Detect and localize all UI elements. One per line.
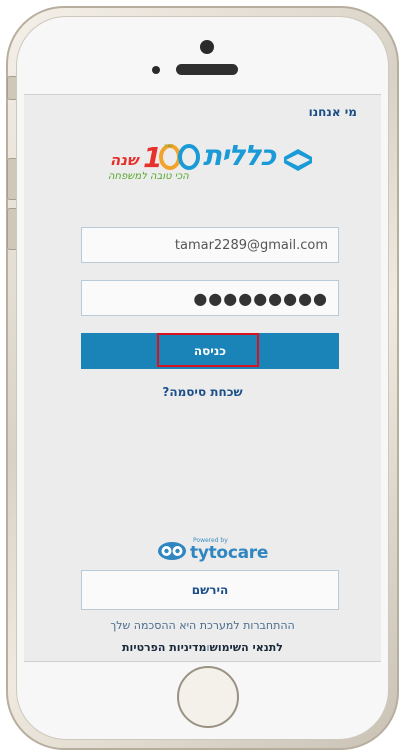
home-button[interactable] <box>177 666 239 728</box>
tytocare-wordmark: tytocare <box>190 543 269 563</box>
clalit-logo: כללית 1 שנה שנה הכי טובה למשפחה <box>106 137 316 187</box>
login-button[interactable]: כניסה <box>81 333 339 369</box>
about-us-link[interactable]: מי אנחנו <box>309 105 357 119</box>
clalit-arrows-icon <box>284 149 312 171</box>
terms-of-use-link[interactable]: לתנאי השימוש <box>209 641 282 654</box>
proximity-sensor <box>152 66 160 74</box>
app-screen: מי אנחנו כללית 1 שנה שנה הכי טובה למשפחה… <box>24 94 381 662</box>
front-camera <box>200 40 214 54</box>
register-button[interactable]: הירשם <box>81 570 339 610</box>
password-field[interactable] <box>81 280 339 316</box>
hundred-years-emblem: 1 שנה <box>143 141 200 173</box>
logo-tagline: הכי טובה למשפחה <box>108 171 189 182</box>
logo-shana-text: שנה <box>110 151 139 169</box>
earpiece-speaker <box>176 64 238 75</box>
legal-links: לתנאי השימושומדיניות הפרטיות <box>24 641 381 654</box>
tytocare-owl-icon <box>158 542 186 560</box>
forgot-password-link[interactable]: שכחת סיסמה? <box>24 385 381 399</box>
privacy-policy-link[interactable]: מדיניות הפרטיות <box>122 641 206 654</box>
logo-hundred-small: שנה <box>164 143 173 149</box>
logo-brand-text: כללית <box>203 139 276 172</box>
tytocare-logo: Powered by tytocare <box>157 537 269 565</box>
consent-text: ההתחברות למערכת היא ההסכמה שלך <box>110 619 295 632</box>
email-field[interactable] <box>81 227 339 263</box>
